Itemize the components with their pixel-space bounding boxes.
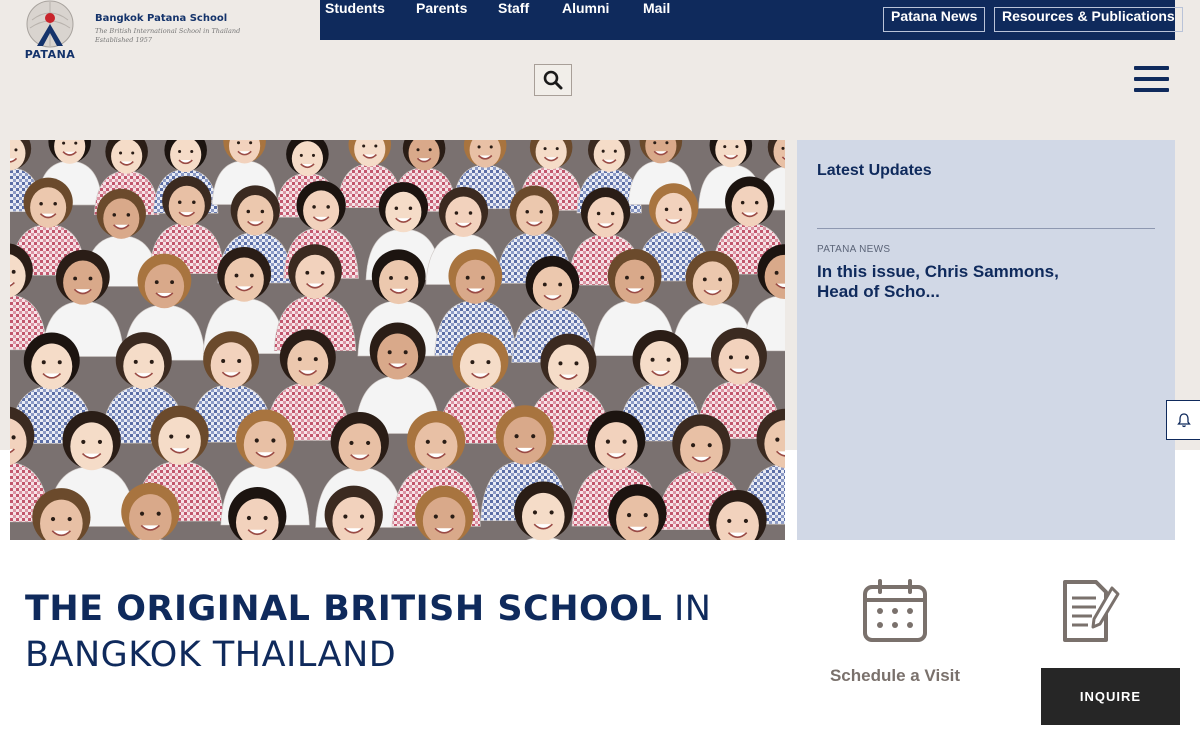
nav-resources-publications[interactable]: Resources & Publications — [994, 7, 1183, 32]
nav-staff[interactable]: Staff — [498, 0, 529, 40]
latest-updates-panel: Latest Updates PATANA NEWS In this issue… — [797, 140, 1175, 540]
notification-button[interactable] — [1166, 400, 1200, 440]
school-logo[interactable]: PATANA Bangkok Patana School The British… — [18, 0, 240, 66]
hamburger-icon — [1134, 77, 1169, 81]
document-link[interactable] — [1030, 578, 1150, 666]
update-category: PATANA NEWS — [817, 244, 891, 255]
nav-mail[interactable]: Mail — [643, 0, 670, 40]
headline-bold: THE ORIGINAL BRITISH SCHOOL — [25, 589, 663, 629]
hero-image — [10, 140, 785, 540]
logo-wordmark: PATANA — [24, 48, 76, 61]
search-button[interactable] — [534, 64, 572, 96]
schedule-visit-link[interactable]: Schedule a Visit — [826, 578, 964, 686]
logo-school-name: Bangkok Patana School — [95, 13, 228, 24]
updates-title: Latest Updates — [817, 162, 932, 179]
top-navigation: Students Parents Staff Alumni Mail Patan… — [320, 0, 1183, 40]
nav-students[interactable]: Students — [325, 0, 385, 40]
logo-tagline-line: The British International School in Thai… — [95, 27, 241, 35]
calendar-icon — [863, 579, 927, 642]
nav-parents[interactable]: Parents — [416, 0, 467, 40]
schedule-visit-label: Schedule a Visit — [829, 666, 961, 685]
hamburger-icon — [1134, 88, 1169, 92]
inquire-button[interactable]: INQUIRE — [1041, 668, 1180, 725]
logo-emblem-icon — [24, 0, 76, 50]
page-headline: THE ORIGINAL BRITISH SCHOOL IN BANGKOK T… — [25, 586, 765, 678]
nav-patana-news[interactable]: Patana News — [883, 7, 986, 32]
search-icon — [543, 70, 563, 90]
bell-icon — [1177, 413, 1191, 428]
nav-alumni[interactable]: Alumni — [562, 0, 609, 40]
updates-divider — [817, 228, 1155, 229]
update-headline-link[interactable]: In this issue, Chris Sammons, Head of Sc… — [817, 262, 1077, 302]
document-pen-icon — [1063, 580, 1120, 642]
logo-tagline: The British International School in Thai… — [95, 27, 240, 45]
menu-button[interactable] — [1134, 66, 1170, 94]
hamburger-icon — [1134, 66, 1169, 70]
logo-established: Established 1957 — [95, 36, 153, 44]
